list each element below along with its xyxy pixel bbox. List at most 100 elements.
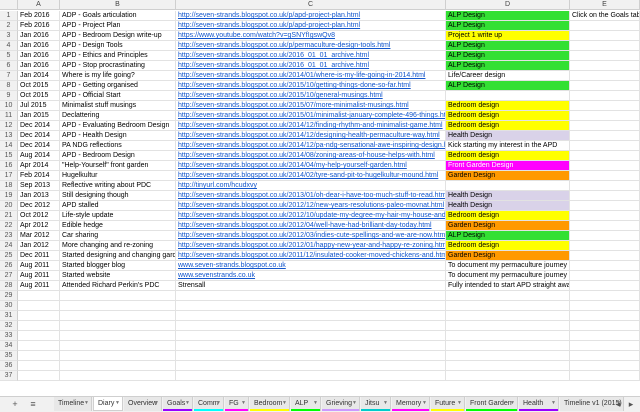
cell-note[interactable] — [570, 201, 640, 211]
cell-date[interactable]: Oct 2015 — [18, 81, 60, 91]
cell-note[interactable] — [570, 231, 640, 241]
cell-category[interactable] — [446, 181, 570, 191]
sheet-tab-jitsu[interactable]: Jitsu ▼ — [361, 397, 391, 411]
cell-link[interactable] — [176, 341, 446, 351]
cell-title[interactable]: APD - Getting organised — [60, 81, 176, 91]
cell-note[interactable] — [570, 331, 640, 341]
cell-note[interactable] — [570, 251, 640, 261]
cell-category[interactable]: To document my permaculture journey — [446, 271, 570, 281]
cell-note[interactable] — [570, 51, 640, 61]
cell-date[interactable]: Jan 2013 — [18, 191, 60, 201]
tab-menu-caret-icon[interactable]: ▼ — [115, 397, 120, 410]
cell-category[interactable]: Bedroom design — [446, 211, 570, 221]
cell-date[interactable]: Dec 2011 — [18, 251, 60, 261]
column-header-e[interactable]: E — [570, 0, 640, 10]
cell-date[interactable] — [18, 351, 60, 361]
cell-note[interactable] — [570, 21, 640, 31]
cell-date[interactable]: Aug 2011 — [18, 261, 60, 271]
cell-date[interactable]: Feb 2016 — [18, 11, 60, 21]
cell-date[interactable]: Jan 2012 — [18, 241, 60, 251]
row-number[interactable]: 4 — [0, 41, 18, 51]
cell-date[interactable]: Jan 2016 — [18, 61, 60, 71]
row-number[interactable]: 12 — [0, 121, 18, 131]
row-number[interactable]: 30 — [0, 301, 18, 311]
cell-note[interactable] — [570, 261, 640, 271]
row-number[interactable]: 34 — [0, 341, 18, 351]
cell-date[interactable]: Oct 2015 — [18, 91, 60, 101]
cell-category[interactable]: ALP Design — [446, 81, 570, 91]
cell-link[interactable]: http://seven-strands.blogspot.co.uk/2014… — [176, 161, 446, 171]
cell-link[interactable] — [176, 311, 446, 321]
cell-link[interactable]: http://seven-strands.blogspot.co.uk/2015… — [176, 91, 446, 101]
row-number[interactable]: 8 — [0, 81, 18, 91]
cell-note[interactable] — [570, 301, 640, 311]
cell-title[interactable]: Started designing and changing garden — [60, 251, 176, 261]
cell-category[interactable]: ALP Design — [446, 231, 570, 241]
cell-category[interactable]: To document my permaculture journey — [446, 261, 570, 271]
cell-note[interactable] — [570, 341, 640, 351]
cell-link[interactable]: www.seven-strands.blogspot.co.uk — [176, 261, 446, 271]
add-sheet-button[interactable]: + — [8, 397, 22, 412]
cell-category[interactable]: ALP Design — [446, 51, 570, 61]
cell-note[interactable] — [570, 221, 640, 231]
sheet-tab-bedroom[interactable]: Bedroom ▼ — [250, 397, 290, 411]
cell-title[interactable]: APD - Official Start — [60, 91, 176, 101]
cell-link[interactable]: http://seven-strands.blogspot.co.uk/p/pe… — [176, 41, 446, 51]
cell-date[interactable]: Jul 2015 — [18, 101, 60, 111]
row-number[interactable]: 37 — [0, 371, 18, 381]
cell-note[interactable] — [570, 121, 640, 131]
cell-link[interactable]: https://www.youtube.com/watch?v=gSNYfIgs… — [176, 31, 446, 41]
cell-date[interactable]: Feb 2016 — [18, 21, 60, 31]
cell-link[interactable]: http://seven-strands.blogspot.co.uk/p/ap… — [176, 11, 446, 21]
cell-title[interactable]: Started website — [60, 271, 176, 281]
cell-title[interactable]: Edible hedge — [60, 221, 176, 231]
cell-note[interactable] — [570, 351, 640, 361]
cell-title[interactable]: Reflective writing about PDC — [60, 181, 176, 191]
cell-category[interactable]: ALP Design — [446, 41, 570, 51]
cell-title[interactable]: APD stalled — [60, 201, 176, 211]
cell-title[interactable] — [60, 321, 176, 331]
cell-title[interactable]: APD - Design Tools — [60, 41, 176, 51]
cell-category[interactable]: Kick starting my interest in the APD — [446, 141, 570, 151]
cell-note[interactable] — [570, 151, 640, 161]
cell-date[interactable]: Sep 2013 — [18, 181, 60, 191]
cell-category[interactable] — [446, 91, 570, 101]
cell-title[interactable] — [60, 341, 176, 351]
cell-title[interactable]: Car sharing — [60, 231, 176, 241]
cell-title[interactable]: APD - Project Plan — [60, 21, 176, 31]
row-number[interactable]: 19 — [0, 191, 18, 201]
cell-category[interactable]: Garden Design — [446, 171, 570, 181]
cell-link[interactable]: http://seven-strands.blogspot.co.uk/p/ap… — [176, 21, 446, 31]
cell-category[interactable] — [446, 301, 570, 311]
cell-title[interactable]: "Help-Yourself" front garden — [60, 161, 176, 171]
cell-category[interactable] — [446, 291, 570, 301]
cell-category[interactable] — [446, 341, 570, 351]
cell-category[interactable]: Bedroom design — [446, 111, 570, 121]
tab-menu-caret-icon[interactable]: ▼ — [84, 397, 89, 410]
cell-link[interactable]: http://seven-strands.blogspot.co.uk/2014… — [176, 71, 446, 81]
cell-note[interactable] — [570, 191, 640, 201]
cell-title[interactable]: APD - Ethics and Principles — [60, 51, 176, 61]
sheet-tab-memory[interactable]: Memory ▼ — [392, 397, 430, 411]
column-header-a[interactable]: A — [18, 0, 60, 10]
sheet-tab-diary[interactable]: Diary ▼ — [93, 397, 123, 411]
cell-date[interactable]: Jan 2016 — [18, 41, 60, 51]
tab-menu-caret-icon[interactable]: ▼ — [154, 397, 159, 410]
cell-link[interactable]: http://seven-strands.blogspot.co.uk/2014… — [176, 151, 446, 161]
row-number[interactable]: 32 — [0, 321, 18, 331]
cell-note[interactable] — [570, 61, 640, 71]
cell-category[interactable] — [446, 351, 570, 361]
cell-link[interactable]: Strensall — [176, 281, 446, 291]
cell-note[interactable] — [570, 211, 640, 221]
row-number[interactable]: 24 — [0, 241, 18, 251]
row-number[interactable]: 5 — [0, 51, 18, 61]
row-number[interactable]: 2 — [0, 21, 18, 31]
row-number[interactable]: 1 — [0, 11, 18, 21]
sheet-tab-front-garden[interactable]: Front Garden ▼ — [466, 397, 518, 411]
cell-category[interactable] — [446, 361, 570, 371]
row-number[interactable]: 36 — [0, 361, 18, 371]
select-all-corner[interactable] — [0, 0, 18, 10]
cell-link[interactable]: http://seven-strands.blogspot.co.uk/2015… — [176, 111, 446, 121]
cell-link[interactable] — [176, 371, 446, 381]
cell-date[interactable] — [18, 371, 60, 381]
